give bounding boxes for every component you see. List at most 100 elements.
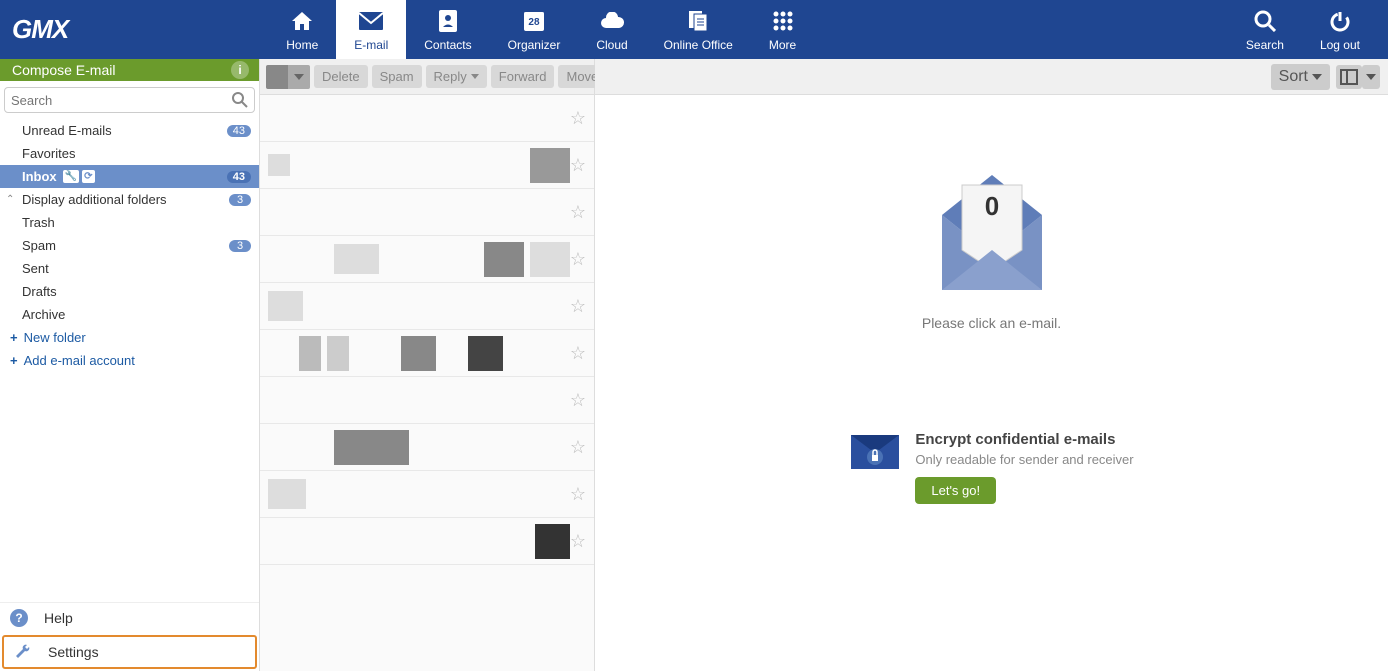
chevron-down-icon (471, 74, 479, 79)
contacts-icon (435, 8, 461, 34)
search-icon-small (232, 92, 248, 108)
nav-email[interactable]: E-mail (336, 0, 406, 59)
nav-logout[interactable]: Log out (1302, 0, 1378, 59)
nav-organizer[interactable]: 28 Organizer (490, 0, 579, 59)
search-box[interactable] (4, 87, 255, 113)
nav-office-label: Online Office (664, 38, 733, 52)
folder-archive[interactable]: Archive (0, 303, 259, 326)
help-icon: ? (10, 609, 28, 627)
grid-icon (770, 8, 796, 34)
folder-inbox-count: 43 (227, 171, 251, 183)
wrench-icon[interactable]: 🔧 (63, 170, 79, 183)
nav-cloud[interactable]: Cloud (578, 0, 645, 59)
nav-home[interactable]: Home (268, 0, 336, 59)
message-row[interactable]: ☆ (260, 95, 594, 142)
folder-favorites-label: Favorites (22, 146, 75, 161)
folder-additional-count: 3 (229, 194, 251, 206)
checkbox-icon (266, 65, 288, 89)
encrypt-icon (849, 431, 901, 471)
layout-button[interactable] (1336, 65, 1380, 89)
encrypt-text: Encrypt confidential e-mails Only readab… (915, 431, 1133, 504)
encrypt-subtitle: Only readable for sender and receiver (915, 452, 1133, 467)
folder-spam-count: 3 (229, 240, 251, 252)
message-row[interactable]: ☆ (260, 236, 594, 283)
star-icon[interactable]: ☆ (570, 108, 586, 129)
folder-spam[interactable]: Spam 3 (0, 234, 259, 257)
settings-button[interactable]: Settings (2, 635, 257, 669)
folder-drafts-label: Drafts (22, 284, 57, 299)
chevron-up-icon: ⌃ (6, 194, 14, 205)
search-input[interactable] (11, 93, 232, 108)
star-icon[interactable]: ☆ (570, 437, 586, 458)
envelope-icon (358, 8, 384, 34)
nav-contacts[interactable]: Contacts (406, 0, 489, 59)
nav-more[interactable]: More (751, 0, 814, 59)
wrench-icon (14, 643, 32, 661)
lets-go-button[interactable]: Let's go! (915, 477, 996, 504)
gmx-logo: GMX (12, 14, 68, 45)
message-row[interactable]: ☆ (260, 330, 594, 377)
star-icon[interactable]: ☆ (570, 531, 586, 552)
nav-more-label: More (769, 38, 796, 52)
chevron-down-icon (1312, 74, 1322, 80)
nav-email-label: E-mail (354, 38, 388, 52)
folder-inbox-label: Inbox (22, 169, 57, 184)
message-row[interactable]: ☆ (260, 518, 594, 565)
folder-additional[interactable]: ⌃ Display additional folders 3 (0, 188, 259, 211)
folder-sent[interactable]: Sent (0, 257, 259, 280)
star-icon[interactable]: ☆ (570, 202, 586, 223)
unread-count: 0 (984, 191, 998, 221)
nav-right: Search Log out (1228, 0, 1378, 59)
message-row[interactable]: ☆ (260, 424, 594, 471)
delete-button[interactable]: Delete (314, 65, 368, 88)
message-row[interactable]: ☆ (260, 189, 594, 236)
sidebar: Compose E-mail i Unread E-mails 43 Favor… (0, 59, 260, 671)
star-icon[interactable]: ☆ (570, 390, 586, 411)
calendar-day: 28 (528, 17, 539, 28)
message-row[interactable]: ☆ (260, 283, 594, 330)
chevron-down-icon (288, 65, 310, 89)
plus-icon: + (10, 353, 18, 368)
nav-search[interactable]: Search (1228, 0, 1302, 59)
folder-additional-label: Display additional folders (22, 192, 167, 207)
info-icon: i (231, 61, 249, 79)
folder-spam-label: Spam (22, 238, 56, 253)
message-row[interactable]: ☆ (260, 471, 594, 518)
sort-button[interactable]: Sort (1271, 64, 1330, 90)
compose-label: Compose E-mail (12, 62, 115, 78)
message-row[interactable]: ☆ (260, 377, 594, 424)
spam-button[interactable]: Spam (372, 65, 422, 88)
calendar-icon: 28 (521, 8, 547, 34)
add-account-button[interactable]: +Add e-mail account (0, 349, 259, 372)
move-label: Move (566, 69, 598, 84)
power-icon (1327, 8, 1353, 34)
select-all[interactable] (266, 65, 310, 89)
message-toolbar: Delete Spam Reply Forward Move (260, 59, 594, 95)
folder-inbox[interactable]: Inbox 🔧 ⟳ 43 (0, 165, 259, 188)
star-icon[interactable]: ☆ (570, 484, 586, 505)
folder-archive-label: Archive (22, 307, 65, 322)
new-folder-button[interactable]: +New folder (0, 326, 259, 349)
folder-unread[interactable]: Unread E-mails 43 (0, 119, 259, 142)
nav-cloud-label: Cloud (596, 38, 627, 52)
compose-button[interactable]: Compose E-mail i (0, 59, 259, 81)
reply-button[interactable]: Reply (426, 65, 487, 88)
star-icon[interactable]: ☆ (570, 343, 586, 364)
nav-search-label: Search (1246, 38, 1284, 52)
forward-button[interactable]: Forward (491, 65, 555, 88)
star-icon[interactable]: ☆ (570, 296, 586, 317)
folder-trash[interactable]: Trash (0, 211, 259, 234)
message-list[interactable]: ☆ ☆ ☆ ☆ ☆ ☆ ☆ ☆ ☆ ☆ (260, 95, 594, 671)
nav-office[interactable]: Online Office (646, 0, 751, 59)
folder-favorites[interactable]: Favorites (0, 142, 259, 165)
plus-icon: + (10, 330, 18, 345)
help-button[interactable]: ? Help (0, 603, 259, 633)
star-icon[interactable]: ☆ (570, 155, 586, 176)
refresh-icon[interactable]: ⟳ (82, 170, 94, 183)
message-row[interactable]: ☆ (260, 142, 594, 189)
star-icon[interactable]: ☆ (570, 249, 586, 270)
folder-drafts[interactable]: Drafts (0, 280, 259, 303)
folder-list: Unread E-mails 43 Favorites Inbox 🔧 ⟳ 43… (0, 119, 259, 602)
layout-icon (1336, 65, 1362, 89)
folder-unread-label: Unread E-mails (22, 123, 112, 138)
